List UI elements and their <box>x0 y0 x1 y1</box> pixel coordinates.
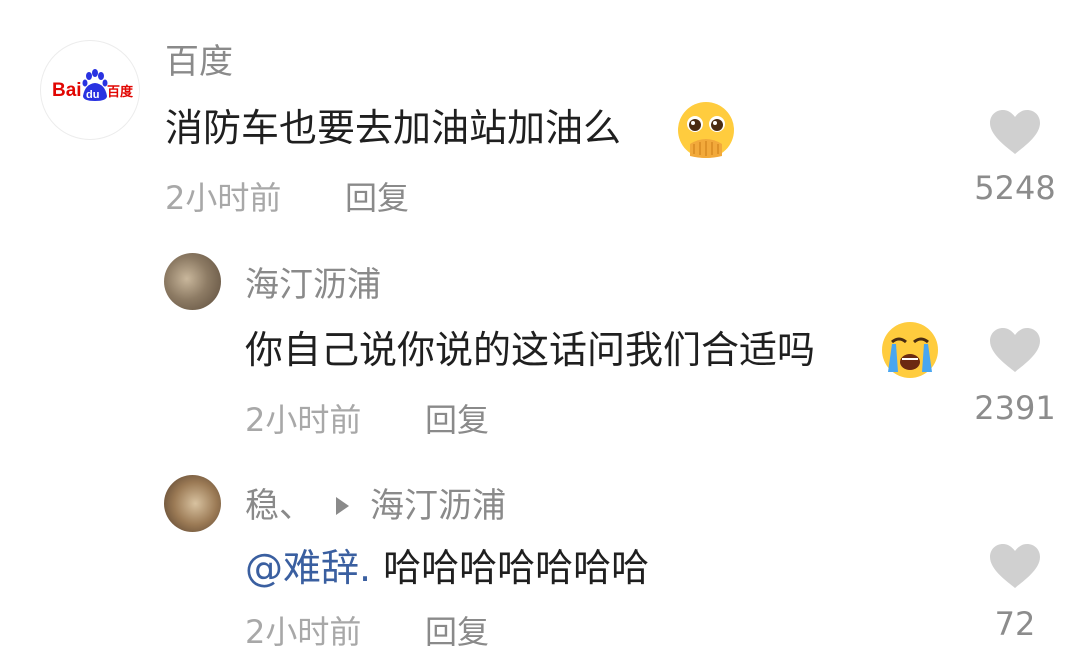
mention-link[interactable]: @难辞. <box>245 546 371 590</box>
comment-username[interactable]: 稳、 <box>245 486 313 526</box>
like-count: 5248 <box>974 169 1056 207</box>
heart-icon[interactable] <box>988 542 1042 590</box>
logo-text-left: Bai <box>52 80 82 101</box>
comment-text: 你自己说你说的这话问我们合适吗 <box>245 328 816 372</box>
baidu-avatar[interactable]: Bai du 百度 <box>40 40 140 140</box>
reply-button[interactable]: 回复 <box>345 178 409 218</box>
crying-face-emoji <box>882 322 938 378</box>
heart-icon[interactable] <box>988 108 1042 156</box>
baidu-logo-icon: Bai du 百度 <box>52 69 134 101</box>
logo-text-middle: du <box>86 89 99 101</box>
user-avatar[interactable] <box>164 475 221 532</box>
user-avatar[interactable] <box>164 253 221 310</box>
logo-text-right: 百度 <box>107 84 134 100</box>
reply-button[interactable]: 回复 <box>425 612 489 652</box>
reply-arrow-icon <box>336 497 349 515</box>
comment-text-body: 哈哈哈哈哈哈哈 <box>371 546 650 590</box>
like-count: 72 <box>994 605 1036 643</box>
comment-username[interactable]: 百度 <box>165 42 233 82</box>
comment-time: 2小时前 <box>165 179 282 217</box>
comment-text: 消防车也要去加油站加油么 <box>165 106 622 150</box>
heart-icon[interactable] <box>988 326 1042 374</box>
like-count: 2391 <box>974 389 1056 427</box>
reply-to-username[interactable]: 海汀沥浦 <box>370 486 506 526</box>
reply-button[interactable]: 回复 <box>425 400 489 440</box>
comment-username[interactable]: 海汀沥浦 <box>245 265 381 305</box>
comment-time: 2小时前 <box>245 401 362 439</box>
comment-time: 2小时前 <box>245 613 362 651</box>
pleading-face-emoji <box>678 102 734 158</box>
comment-text: @难辞. 哈哈哈哈哈哈哈 <box>245 544 649 592</box>
